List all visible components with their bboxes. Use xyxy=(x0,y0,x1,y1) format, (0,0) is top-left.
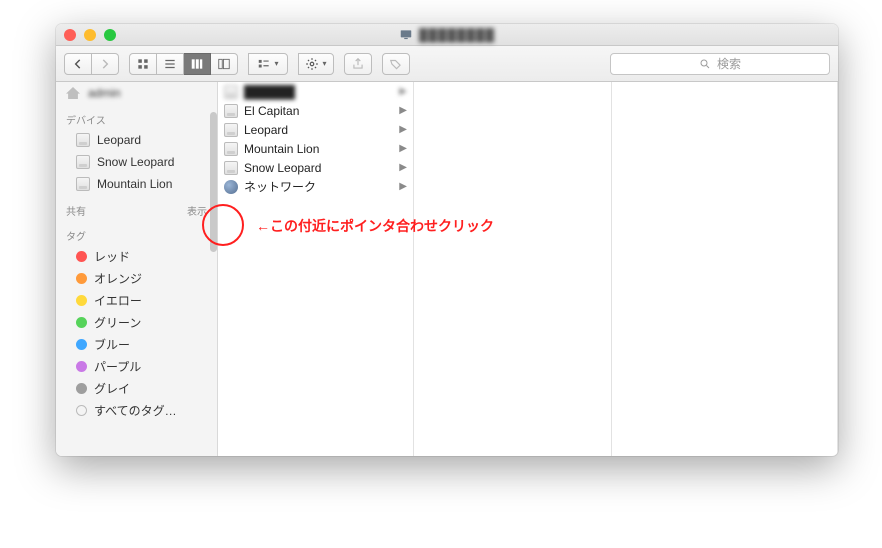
sidebar-header-shared[interactable]: 共有表示 xyxy=(56,195,217,220)
arrow-icon: ▶ xyxy=(399,105,407,116)
arrow-icon: ▶ xyxy=(399,86,407,97)
sidebar: admin デバイス Leopard Snow Leopard Mountain… xyxy=(56,82,218,456)
list-item[interactable]: El Capitan▶ xyxy=(218,101,413,120)
share-icon xyxy=(351,57,365,71)
toolbar: ▾ ▾ 検索 xyxy=(56,46,838,82)
search-input[interactable]: 検索 xyxy=(610,53,830,75)
back-button[interactable] xyxy=(64,53,92,75)
all-tags-icon xyxy=(76,405,87,416)
grid-icon xyxy=(136,57,150,71)
sidebar-scrollbar[interactable] xyxy=(210,112,217,252)
sidebar-item-tag[interactable]: オレンジ xyxy=(56,267,217,289)
action-button[interactable]: ▾ xyxy=(298,53,334,75)
sidebar-item-device[interactable]: Leopard xyxy=(56,129,217,151)
sidebar-item-tag[interactable]: イエロー xyxy=(56,289,217,311)
titlebar[interactable]: ████████ xyxy=(56,24,838,46)
disk-icon xyxy=(76,133,90,147)
tag-color-icon xyxy=(76,251,87,262)
disk-icon xyxy=(224,104,238,118)
tag-color-icon xyxy=(76,383,87,394)
view-icon-button[interactable] xyxy=(129,53,157,75)
sidebar-item-device[interactable]: Mountain Lion xyxy=(56,173,217,195)
sidebar-header-devices: デバイス xyxy=(56,104,217,129)
view-gallery-button[interactable] xyxy=(211,53,238,75)
content-area: admin デバイス Leopard Snow Leopard Mountain… xyxy=(56,82,838,456)
columns-icon xyxy=(190,57,204,71)
search-placeholder: 検索 xyxy=(717,55,741,72)
tag-color-icon xyxy=(76,295,87,306)
home-icon xyxy=(66,87,80,99)
view-column-button[interactable] xyxy=(184,53,211,75)
monitor-icon xyxy=(399,28,413,42)
sidebar-show-button[interactable]: 表示 xyxy=(187,203,207,218)
arrange-group: ▾ xyxy=(248,53,288,75)
tag-color-icon xyxy=(76,317,87,328)
network-icon xyxy=(224,180,238,194)
disk-icon xyxy=(224,85,238,99)
tag-icon xyxy=(389,57,403,71)
sidebar-item-device[interactable]: Snow Leopard xyxy=(56,151,217,173)
share-button[interactable] xyxy=(344,53,372,75)
tag-color-icon xyxy=(76,339,87,350)
arrow-icon: ▶ xyxy=(399,181,407,192)
arrow-icon: ▶ xyxy=(399,162,407,173)
sidebar-item-tag[interactable]: ブルー xyxy=(56,333,217,355)
sidebar-item-tag[interactable]: グリーン xyxy=(56,311,217,333)
forward-button[interactable] xyxy=(92,53,119,75)
gallery-icon xyxy=(217,57,231,71)
zoom-icon[interactable] xyxy=(104,29,116,41)
disk-icon xyxy=(76,177,90,191)
view-list-button[interactable] xyxy=(157,53,184,75)
tags-button[interactable] xyxy=(382,53,410,75)
nav-buttons xyxy=(64,53,119,75)
sidebar-header-tags: タグ xyxy=(56,220,217,245)
finder-window: ████████ ▾ ▾ 検索 xyxy=(56,24,838,456)
chevron-right-icon xyxy=(98,57,112,71)
disk-icon xyxy=(76,155,90,169)
column-3 xyxy=(612,82,838,456)
sidebar-item-tag[interactable]: グレイ xyxy=(56,377,217,399)
list-item[interactable]: ██████▶ xyxy=(218,82,413,101)
action-group: ▾ xyxy=(298,53,334,75)
arrow-icon: ▶ xyxy=(399,124,407,135)
list-item[interactable]: Leopard▶ xyxy=(218,120,413,139)
list-icon xyxy=(163,57,177,71)
column-2 xyxy=(414,82,612,456)
list-item[interactable]: Mountain Lion▶ xyxy=(218,139,413,158)
arrow-icon: ▶ xyxy=(399,143,407,154)
arrange-button[interactable]: ▾ xyxy=(248,53,288,75)
close-icon[interactable] xyxy=(64,29,76,41)
column-1: ██████▶ El Capitan▶ Leopard▶ Mountain Li… xyxy=(218,82,414,456)
list-item[interactable]: Snow Leopard▶ xyxy=(218,158,413,177)
tag-color-icon xyxy=(76,273,87,284)
window-title: ████████ xyxy=(399,28,495,42)
sidebar-item-tag[interactable]: レッド xyxy=(56,245,217,267)
sidebar-item-all-tags[interactable]: すべてのタグ… xyxy=(56,399,217,421)
list-item[interactable]: ネットワーク▶ xyxy=(218,177,413,196)
minimize-icon[interactable] xyxy=(84,29,96,41)
sidebar-item-tag[interactable]: パープル xyxy=(56,355,217,377)
tag-color-icon xyxy=(76,361,87,372)
chevron-left-icon xyxy=(71,57,85,71)
disk-icon xyxy=(224,123,238,137)
search-icon xyxy=(699,58,711,70)
window-controls xyxy=(64,29,116,41)
view-buttons xyxy=(129,53,238,75)
disk-icon xyxy=(224,161,238,175)
sidebar-item-home[interactable]: admin xyxy=(56,82,217,104)
disk-icon xyxy=(224,142,238,156)
gear-icon xyxy=(305,57,319,71)
arrange-icon xyxy=(257,57,271,71)
